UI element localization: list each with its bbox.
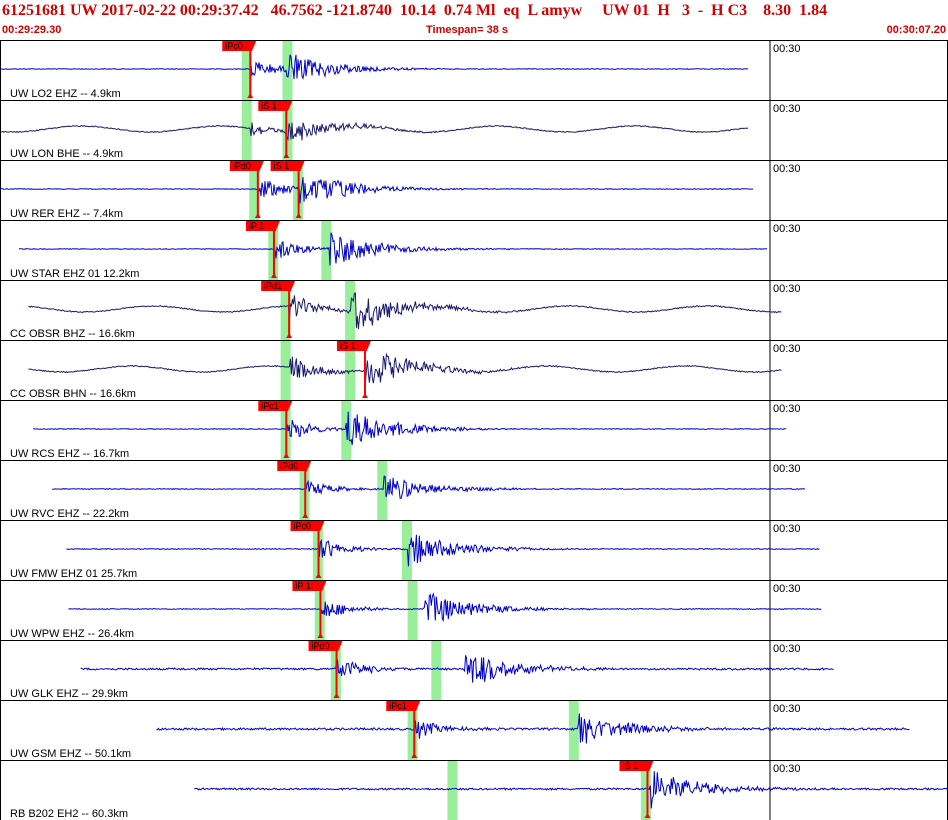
minute-label: 00:30 [773, 463, 801, 475]
trace-row-border [0, 340, 948, 401]
station-label: UW FMW EHZ 01 25.7km [10, 568, 137, 580]
pick-window [321, 221, 332, 280]
waveform [18, 232, 767, 266]
waveform [194, 771, 948, 809]
pick-window [280, 341, 291, 400]
pick-label: iPc0 [225, 41, 243, 51]
minute-label: 00:30 [773, 403, 801, 415]
trace-row[interactable]: iP 1 00:30 UW STAR EHZ 01 12.2km [0, 220, 948, 281]
station-label: UW GSM EHZ -- 50.1km [10, 748, 131, 760]
seismogram-panel[interactable]: iPc0 00:30 UW LO2 EHZ -- 4.9km iS 1 00:30 UW … [0, 40, 948, 820]
waveform [33, 411, 787, 445]
station-label: UW RCS EHZ -- 16.7km [10, 448, 129, 460]
minute-label: 00:30 [773, 583, 801, 595]
pick-label: iPd0 [312, 641, 330, 651]
event-header: 61251681 UW 2017-02-22 00:29:37.42 46.75… [0, 0, 948, 40]
waveform [156, 713, 910, 744]
pick-label: iPc1 [389, 701, 407, 711]
waveform [80, 655, 834, 683]
trace-row-border [0, 760, 948, 820]
minute-label: 00:30 [773, 763, 801, 775]
station-label: CC OBSR BHZ -- 16.6km [10, 328, 135, 340]
trace-row[interactable]: iS 1 00:30 RB B202 EH2 -- 60.3km [0, 760, 948, 820]
timespan-label: Timespan= 38 s [426, 24, 509, 36]
waveform [68, 592, 822, 623]
trace-row[interactable]: iP 1 00:30 UW WPW EHZ -- 26.4km [0, 580, 948, 641]
pick-label: iPc0 [294, 521, 312, 531]
trace-row[interactable]: iPc0 00:30 UW LO2 EHZ -- 4.9km [0, 40, 948, 101]
pick-label: iPd0 [280, 461, 298, 471]
waveform [0, 121, 749, 142]
trace-row-border [0, 160, 948, 221]
pick-window [568, 701, 579, 760]
pick-window [431, 641, 442, 700]
trace-row[interactable]: iPd0 00:30 UW RVC EHZ -- 22.2km [0, 460, 948, 521]
pick-window [401, 521, 412, 580]
waveform [52, 475, 806, 499]
trace-row[interactable]: iPc1 00:30 UW RCS EHZ -- 16.7km [0, 400, 948, 461]
minute-label: 00:30 [773, 643, 801, 655]
pick-label: iS 1 [622, 761, 638, 771]
trace-row-border [0, 220, 948, 281]
minute-label: 00:30 [773, 703, 801, 715]
trace-row-border [0, 640, 948, 701]
minute-label: 00:30 [773, 523, 801, 535]
trace-row-border [0, 40, 948, 101]
start-time: 00:29:29.30 [2, 24, 62, 36]
station-label: UW LON BHE -- 4.9km [10, 148, 123, 160]
pick-label: iP 1 [249, 221, 264, 231]
minute-label: 00:30 [773, 103, 801, 115]
minute-label: 00:30 [773, 283, 801, 295]
station-label: RB B202 EH2 -- 60.3km [10, 808, 128, 820]
station-label: UW STAR EHZ 01 12.2km [10, 268, 139, 280]
waveform [66, 534, 820, 567]
station-label: UW WPW EHZ -- 26.4km [10, 628, 134, 640]
trace-row-border [0, 580, 948, 641]
station-label: CC OBSR BHN -- 16.6km [10, 388, 136, 400]
trace-row-border [0, 400, 948, 461]
station-label: UW GLK EHZ -- 29.9km [10, 688, 128, 700]
pick-label: iS 1 [340, 341, 356, 351]
trace-row[interactable]: iPc0 00:30 UW FMW EHZ 01 25.7km [0, 520, 948, 581]
trace-row[interactable]: iPd1 00:30 CC OBSR BHZ -- 16.6km [0, 280, 948, 341]
waveform [0, 54, 749, 80]
station-label: UW LO2 EHZ -- 4.9km [10, 88, 121, 100]
trace-row-border [0, 100, 948, 161]
pick-label: iPd1 [264, 281, 282, 291]
trace-row[interactable]: iPd0 iS 1 00:30 UW RER EHZ -- 7.4km [0, 160, 948, 221]
pick-label: iP 1 [295, 581, 310, 591]
station-label: UW RER EHZ -- 7.4km [10, 208, 123, 220]
pick-label: iS 1 [274, 161, 290, 171]
trace-row[interactable]: iS 1 00:30 CC OBSR BHN -- 16.6km [0, 340, 948, 401]
minute-label: 00:30 [773, 43, 801, 55]
time-bar: 00:29:29.30 Timespan= 38 s 00:30:07.20 [0, 24, 948, 38]
waveform [28, 352, 782, 384]
event-summary-title: 61251681 UW 2017-02-22 00:29:37.42 46.75… [2, 2, 828, 19]
station-label: UW RVC EHZ -- 22.2km [10, 508, 129, 520]
minute-label: 00:30 [773, 343, 801, 355]
pick-label: iS 1 [261, 101, 277, 111]
pick-label: iPc1 [261, 401, 279, 411]
minute-label: 00:30 [773, 223, 801, 235]
pick-marker-triangle [361, 393, 368, 398]
trace-row[interactable]: iS 1 00:30 UW LON BHE -- 4.9km [0, 100, 948, 161]
trace-row-border [0, 460, 948, 521]
pick-label: iPd0 [233, 161, 251, 171]
end-time: 00:30:07.20 [886, 24, 946, 36]
waveform [0, 177, 754, 204]
waveform [28, 292, 782, 330]
trace-row[interactable]: iPc1 00:30 UW GSM EHZ -- 50.1km [0, 700, 948, 761]
minute-label: 00:30 [773, 163, 801, 175]
pick-window [407, 581, 418, 640]
pick-window [447, 761, 458, 820]
trace-row[interactable]: iPd0 00:30 UW GLK EHZ -- 29.9km [0, 640, 948, 701]
